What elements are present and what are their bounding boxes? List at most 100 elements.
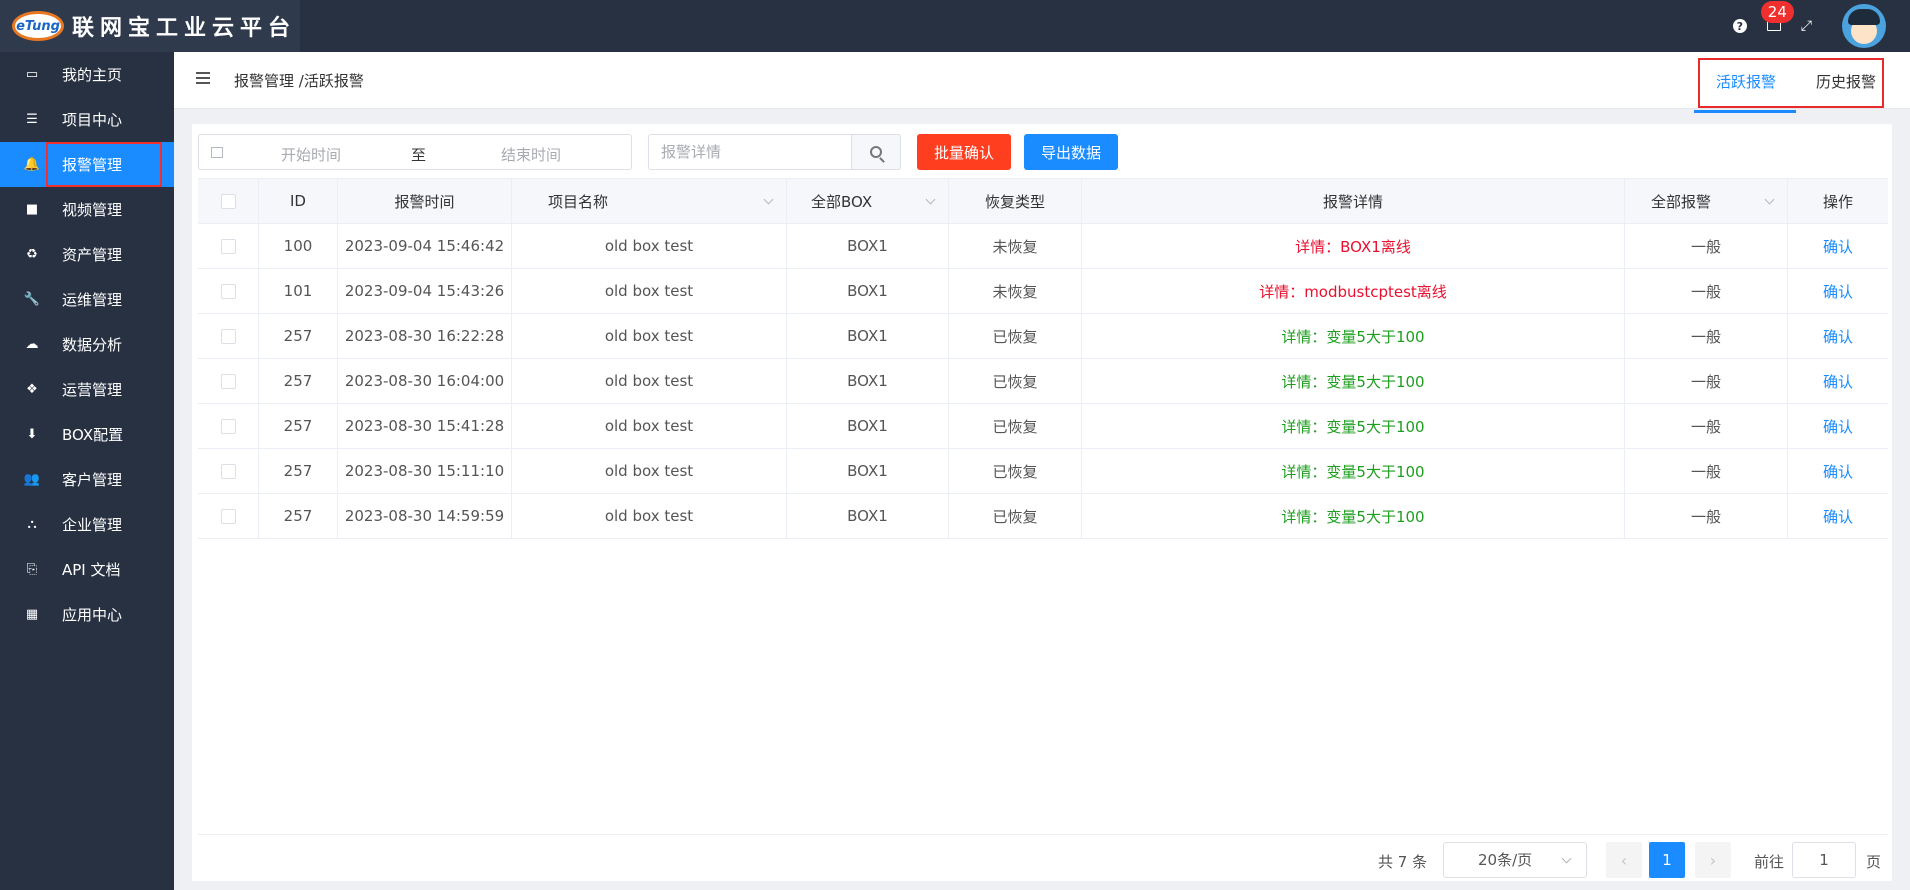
export-data-button[interactable]: 导出数据 [1024,134,1118,170]
cell-level: 一般 [1625,314,1788,358]
row-checkbox[interactable] [220,328,236,344]
help-button[interactable]: ? [1732,19,1747,33]
cell-level: 一般 [1625,359,1788,403]
cell-id: 257 [259,449,338,493]
row-checkbox[interactable] [220,373,236,389]
confirm-link[interactable]: 确认 [1788,404,1888,448]
fullscreen-button[interactable]: ⤢ [1801,18,1812,34]
sidebar-item-projects[interactable]: ☰ 项目中心 [0,97,174,142]
header-box-filter[interactable]: 全部BOX [787,179,949,223]
goto-page-input[interactable]: 1 [1792,842,1856,878]
cell-level: 一般 [1625,494,1788,538]
end-time-input[interactable]: 结束时间 [501,144,561,165]
chevron-down-icon [763,194,774,205]
cell-project: old box test [512,404,787,448]
header-recovery: 恢复类型 [949,179,1082,223]
search-button[interactable] [851,134,901,170]
confirm-link[interactable]: 确认 [1788,269,1888,313]
help-icon: ? [1732,19,1747,33]
search-input[interactable]: 报警详情 [648,134,852,170]
chevron-down-icon [925,194,936,205]
select-all-checkbox[interactable] [220,193,236,209]
header-time: 报警时间 [338,179,512,223]
table-row: 100 2023-09-04 15:46:42 old box test BOX… [198,224,1888,269]
cell-project: old box test [512,314,787,358]
sidebar: ▭ 我的主页 ☰ 项目中心 🔔 报警管理 ■ 视频管理 ♻ 资产管理 🔧 运维管理 ☁ 数据分… [0,52,174,890]
confirm-link[interactable]: 确认 [1788,314,1888,358]
calendar-icon [211,147,223,158]
row-checkbox[interactable] [220,238,236,254]
date-range-picker[interactable]: 开始时间 至 结束时间 [198,134,632,170]
search-icon [870,146,882,158]
cell-detail: 详情：变量5大于100 [1082,314,1625,358]
sitemap-icon: ⛬ [27,517,37,532]
cell-box: BOX1 [787,359,949,403]
sidebar-item-apps[interactable]: ▦ 应用中心 [0,592,174,637]
cell-id: 100 [259,224,338,268]
sidebar-item-video[interactable]: ■ 视频管理 [0,187,174,232]
batch-confirm-button[interactable]: 批量确认 [917,134,1011,170]
row-checkbox[interactable] [220,463,236,479]
list-icon: ☰ [26,112,38,127]
cell-detail: 详情：变量5大于100 [1082,404,1625,448]
cell-time: 2023-09-04 15:43:26 [338,269,512,313]
cell-project: old box test [512,449,787,493]
start-time-input[interactable]: 开始时间 [281,144,341,165]
cell-project: old box test [512,359,787,403]
table-header-row: ID 报警时间 项目名称 全部BOX 恢复类型 报警详情 全部报警 操作 [198,179,1888,224]
laptop-icon: ▭ [25,67,39,82]
avatar[interactable] [1842,4,1886,48]
sidebar-item-customers[interactable]: 👥 客户管理 [0,457,174,502]
sidebar-item-assets[interactable]: ♻ 资产管理 [0,232,174,277]
sidebar-item-maintenance[interactable]: 🔧 运维管理 [0,277,174,322]
sidebar-item-box-config[interactable]: ⬇ BOX配置 [0,412,174,457]
menu-collapse-icon[interactable] [196,72,210,84]
row-checkbox[interactable] [220,418,236,434]
cell-recovery: 未恢复 [949,269,1082,313]
page-size-value: 20条/页 [1478,851,1533,869]
row-checkbox[interactable] [220,508,236,524]
confirm-link[interactable]: 确认 [1788,494,1888,538]
next-page-button[interactable]: › [1695,842,1731,878]
notifications-button[interactable]: 24 [1760,1,1794,31]
cell-time: 2023-08-30 16:04:00 [338,359,512,403]
sidebar-item-enterprise[interactable]: ⛬ 企业管理 [0,502,174,547]
table-row: 101 2023-09-04 15:43:26 old box test BOX… [198,269,1888,314]
tab-history-alarms[interactable]: 历史报警 [1816,71,1876,92]
cell-time: 2023-08-30 15:41:28 [338,404,512,448]
prev-page-button[interactable]: ‹ [1606,842,1642,878]
sidebar-item-home[interactable]: ▭ 我的主页 [0,52,174,97]
tab-active-alarms[interactable]: 活跃报警 [1716,71,1776,92]
page-number-current[interactable]: 1 [1649,842,1685,878]
tab-underline [1694,110,1796,113]
select-all-cell [198,179,259,223]
cell-time: 2023-09-04 15:46:42 [338,224,512,268]
page-size-select[interactable]: 20条/页 [1443,842,1587,878]
table-row: 257 2023-08-30 16:04:00 old box test BOX… [198,359,1888,404]
cell-time: 2023-08-30 15:11:10 [338,449,512,493]
table-row: 257 2023-08-30 16:22:28 old box test BOX… [198,314,1888,359]
row-checkbox[interactable] [220,283,236,299]
sidebar-item-alarms[interactable]: 🔔 报警管理 [0,142,174,187]
confirm-link[interactable]: 确认 [1788,359,1888,403]
header-project-filter[interactable]: 项目名称 [512,179,787,223]
cell-id: 257 [259,494,338,538]
cell-level: 一般 [1625,224,1788,268]
confirm-link[interactable]: 确认 [1788,224,1888,268]
cell-detail: 详情：变量5大于100 [1082,359,1625,403]
alarm-table: ID 报警时间 项目名称 全部BOX 恢复类型 报警详情 全部报警 操作 100… [198,178,1888,539]
wrench-icon: 🔧 [23,292,41,307]
header-level-label: 全部报警 [1651,192,1712,211]
header-level-filter[interactable]: 全部报警 [1625,179,1788,223]
sidebar-item-operations[interactable]: ❖ 运营管理 [0,367,174,412]
header-action: 操作 [1822,192,1853,211]
sidebar-item-label: 我的主页 [62,66,123,84]
confirm-link[interactable]: 确认 [1788,449,1888,493]
cell-detail: 详情：BOX1离线 [1082,224,1625,268]
cell-recovery: 已恢复 [949,404,1082,448]
app-title: 联网宝工业云平台 [72,15,297,41]
doc-search-icon: ⎘ [26,562,38,577]
sidebar-item-label: 数据分析 [62,336,123,354]
sidebar-item-analytics[interactable]: ☁ 数据分析 [0,322,174,367]
sidebar-item-api-docs[interactable]: ⎘ API 文档 [0,547,174,592]
